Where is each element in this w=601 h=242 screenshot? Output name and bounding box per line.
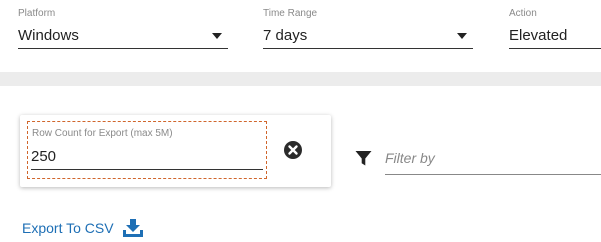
time-range-filter: Time Range 7 days bbox=[263, 8, 473, 49]
filter-by-field[interactable] bbox=[385, 146, 601, 175]
action-filter: Action Elevated bbox=[509, 8, 601, 49]
platform-value: Windows bbox=[18, 27, 79, 44]
action-value: Elevated bbox=[509, 27, 568, 44]
action-select[interactable]: Elevated bbox=[509, 26, 601, 49]
platform-filter: Platform Windows bbox=[18, 8, 228, 49]
close-circle-icon[interactable] bbox=[283, 140, 303, 160]
row-count-label: Row Count for Export (max 5M) bbox=[32, 128, 173, 139]
export-to-csv-link[interactable]: Export To CSV bbox=[22, 218, 144, 238]
time-range-value: 7 days bbox=[263, 27, 308, 44]
chevron-down-icon bbox=[457, 33, 467, 39]
row-count-field[interactable]: Row Count for Export (max 5M) bbox=[27, 121, 267, 179]
action-label: Action bbox=[509, 8, 537, 19]
platform-select[interactable]: Windows bbox=[18, 26, 228, 49]
row-count-underline bbox=[31, 169, 263, 170]
platform-label: Platform bbox=[18, 8, 56, 19]
funnel-icon[interactable] bbox=[355, 150, 372, 167]
row-count-input[interactable] bbox=[31, 148, 261, 165]
time-range-label: Time Range bbox=[263, 8, 318, 19]
section-divider bbox=[0, 72, 601, 86]
chevron-down-icon bbox=[212, 33, 222, 39]
export-to-csv-label: Export To CSV bbox=[22, 220, 114, 236]
export-options-card: Row Count for Export (max 5M) bbox=[20, 115, 331, 187]
filter-by-input[interactable] bbox=[385, 150, 595, 166]
time-range-select[interactable]: 7 days bbox=[263, 26, 473, 49]
download-icon bbox=[122, 219, 143, 237]
